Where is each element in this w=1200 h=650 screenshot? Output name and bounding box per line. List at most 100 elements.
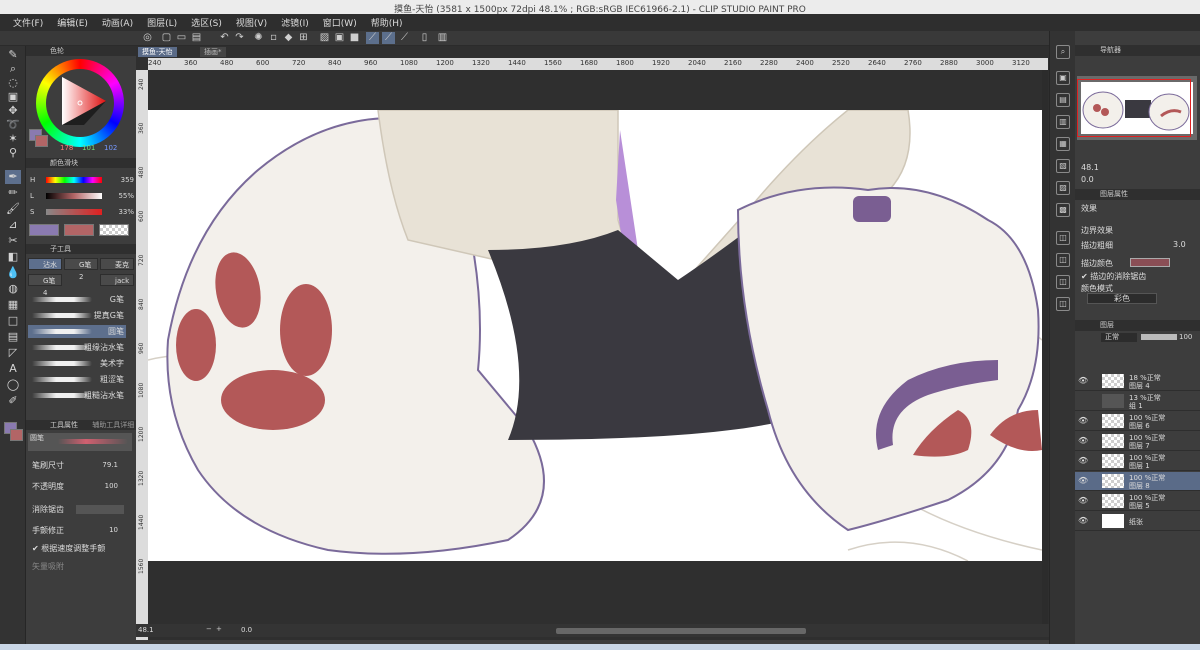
figure-icon[interactable]: □: [5, 314, 21, 328]
ruler-snap-icon[interactable]: ⟋: [366, 32, 379, 44]
blend-icon[interactable]: 💧: [5, 266, 21, 280]
eyedropper-icon[interactable]: ⚲: [5, 146, 21, 160]
eraser-icon[interactable]: ◧: [5, 250, 21, 264]
visibility-eye-icon[interactable]: 👁: [1078, 516, 1088, 525]
visibility-eye-icon[interactable]: 👁: [1078, 456, 1088, 465]
tool-property-tab[interactable]: 工具属性 辅助工具详细: [26, 420, 136, 430]
sub-view-icon[interactable]: ▤: [1056, 93, 1070, 107]
magic-wand-icon[interactable]: ✶: [5, 132, 21, 146]
brush-rough-pen[interactable]: 粗涩笔: [28, 373, 126, 386]
frame-icon[interactable]: ▤: [5, 330, 21, 344]
gradient-icon[interactable]: ▦: [5, 298, 21, 312]
vertical-scrollbar[interactable]: [1042, 70, 1048, 630]
brush-real-gpen[interactable]: 提真G笔: [28, 309, 126, 322]
visibility-eye-icon[interactable]: 👁: [1078, 376, 1088, 385]
redo-icon[interactable]: ↷: [233, 32, 246, 44]
special-ruler-snap-icon[interactable]: ⟋: [382, 32, 395, 44]
brush-size-row[interactable]: 笔刷尺寸 79.1: [32, 459, 132, 472]
subtool-dip-pen[interactable]: 沾水: [28, 258, 62, 270]
visibility-eye-icon[interactable]: 👁: [1078, 436, 1088, 445]
material-3-icon[interactable]: ◫: [1056, 275, 1070, 289]
menu-layer[interactable]: 图层(L): [140, 16, 184, 29]
zoom-tool-icon[interactable]: ⌕: [5, 62, 21, 76]
open-file-icon[interactable]: ▭: [175, 32, 188, 44]
color-triangle[interactable]: [54, 73, 110, 129]
menu-selection[interactable]: 选区(S): [184, 16, 229, 29]
pencil-icon[interactable]: ✏: [5, 186, 21, 200]
clip-studio-icon[interactable]: ◎: [141, 32, 154, 44]
visibility-eye-icon[interactable]: 👁: [1078, 416, 1088, 425]
color-slider-tab[interactable]: 颜色滑块: [26, 158, 136, 168]
layer-row-8-selected[interactable]: 👁 100 %正常 图层 8: [1075, 472, 1200, 491]
material-icon[interactable]: ◫: [1056, 231, 1070, 245]
layer-property-tab[interactable]: 图层属性: [1075, 189, 1200, 200]
opacity-row[interactable]: 不透明度 100: [32, 480, 132, 493]
visibility-eye-icon[interactable]: 👁: [1078, 496, 1088, 505]
balloon-icon[interactable]: ◯: [5, 378, 21, 392]
subtool-gpen2[interactable]: G笔 2: [64, 258, 98, 281]
new-file-icon[interactable]: ▢: [160, 32, 173, 44]
menu-animation[interactable]: 动画(A): [95, 16, 140, 29]
subtool-mic[interactable]: 麦克: [100, 258, 134, 270]
lightness-slider[interactable]: L 55%: [28, 192, 134, 201]
visibility-eye-icon[interactable]: 👁: [1078, 476, 1088, 485]
zoom-in-icon[interactable]: +: [216, 625, 222, 633]
horizontal-scrollbar[interactable]: [556, 628, 806, 634]
info-icon[interactable]: ▥: [1056, 115, 1070, 129]
hue-slider[interactable]: H 359: [28, 176, 134, 185]
lasso-tool-icon[interactable]: ➰: [5, 118, 21, 132]
search-icon[interactable]: ⌕: [1056, 45, 1070, 59]
fill-tool-icon[interactable]: ◍: [5, 282, 21, 296]
ruler-icon[interactable]: ◸: [5, 346, 21, 360]
vector-snap-row[interactable]: 矢量吸附: [32, 560, 132, 573]
layer-row-group1[interactable]: 13 %正常组 1: [1075, 392, 1200, 411]
pen-tool-icon[interactable]: ✎: [5, 48, 21, 62]
brush-icon[interactable]: 🖌: [5, 202, 21, 216]
layer-tab[interactable]: 图层: [1075, 320, 1200, 331]
fill-icon[interactable]: ◆: [282, 32, 295, 44]
subtool-tab[interactable]: 子工具: [26, 244, 136, 254]
brush-rough-dip[interactable]: 粗缘沾水笔: [28, 341, 126, 354]
color-wheel-tab[interactable]: 色轮: [26, 46, 136, 56]
transparent-color[interactable]: [99, 224, 129, 236]
invert-selection-icon[interactable]: ▣: [333, 32, 346, 44]
brush-calligraphy[interactable]: 美术字: [28, 357, 126, 370]
text-icon[interactable]: A: [5, 362, 21, 376]
clear-icon[interactable]: ▫: [267, 32, 280, 44]
material-4-icon[interactable]: ◫: [1056, 297, 1070, 311]
undo-icon[interactable]: ↶: [218, 32, 231, 44]
brush-round[interactable]: 圆笔: [28, 325, 126, 338]
draw-color-sub[interactable]: [64, 224, 94, 236]
animation-icon[interactable]: ▨: [1056, 181, 1070, 195]
navigator-preview[interactable]: [1077, 76, 1197, 140]
navigator-icon[interactable]: ▣: [1056, 71, 1070, 85]
navigator-tab[interactable]: 导航器: [1075, 45, 1200, 56]
stabilization-row[interactable]: 手颤修正 10: [32, 524, 132, 537]
layer-row-paper[interactable]: 👁 纸张: [1075, 512, 1200, 531]
menu-help[interactable]: 帮助(H): [364, 16, 410, 29]
sub-color-chip[interactable]: [35, 135, 48, 147]
speed-stabilization-check[interactable]: ✔ 根据速度调整手颤: [32, 542, 132, 555]
material-2-icon[interactable]: ◫: [1056, 253, 1070, 267]
doc-tab-illustration[interactable]: 插画*: [200, 47, 226, 57]
menu-window[interactable]: 窗口(W): [316, 16, 364, 29]
show-selection-icon[interactable]: ■: [348, 32, 361, 44]
menu-file[interactable]: 文件(F): [6, 16, 50, 29]
edge-color-swatch[interactable]: [1130, 258, 1170, 267]
menu-filter[interactable]: 滤镜(I): [274, 16, 316, 29]
layer-row-6[interactable]: 👁 100 %正常 图层 6: [1075, 412, 1200, 431]
color-mode-select[interactable]: 彩色: [1087, 293, 1157, 304]
object-tool-icon[interactable]: ◌: [5, 76, 21, 90]
brush-rough-dip-2[interactable]: 粗糙沾水笔: [28, 389, 126, 402]
history-icon[interactable]: ▩: [1056, 203, 1070, 217]
color-wheel[interactable]: [36, 59, 124, 147]
edge-width-value[interactable]: 3.0: [1173, 240, 1186, 249]
drawing-canvas[interactable]: [148, 110, 1042, 561]
edge-antialias-check[interactable]: ✔ 描边的消除锯齿: [1081, 271, 1146, 282]
loading-icon[interactable]: ✺: [252, 32, 265, 44]
move-tool-icon[interactable]: ✥: [5, 104, 21, 118]
subtool-gpen4[interactable]: G笔 4: [28, 274, 62, 297]
decoration-icon[interactable]: ✂: [5, 234, 21, 248]
layer-property-icon[interactable]: ▦: [1056, 137, 1070, 151]
pen-icon[interactable]: ✒: [5, 170, 21, 184]
